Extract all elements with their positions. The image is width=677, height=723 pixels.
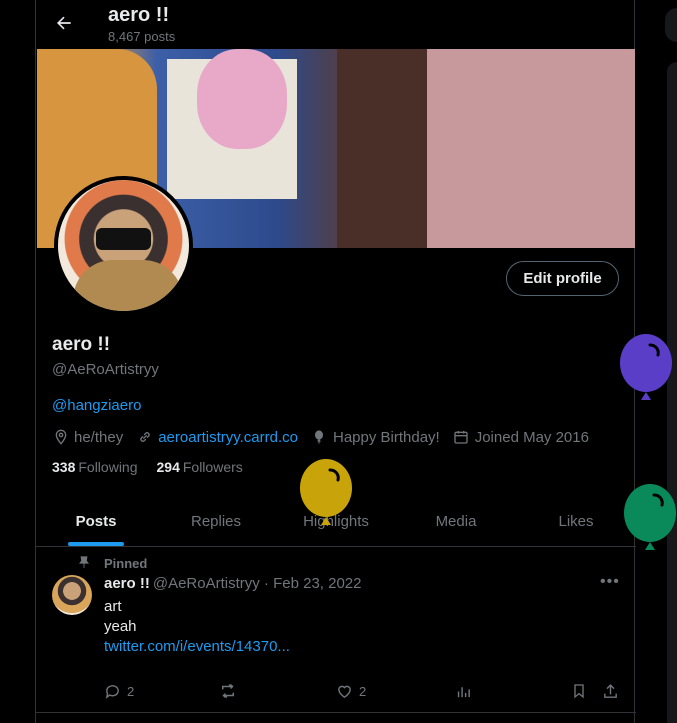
joined-text: Joined May 2016 — [474, 428, 589, 446]
follow-stats: 338 Following 294 Followers — [52, 459, 243, 475]
birthday-item: Happy Birthday! — [311, 429, 440, 446]
bookmark-icon — [574, 684, 584, 699]
post-count: 8,467 posts — [108, 29, 176, 44]
profile-header: aero !! 8,467 posts — [36, 0, 636, 50]
profile-column: aero !! 8,467 posts Edit profile aero !!… — [35, 0, 636, 723]
website-item[interactable]: aeroartistryy.carrd.co — [136, 429, 298, 446]
repost-button[interactable] — [219, 681, 243, 701]
balloon-green-icon — [622, 483, 677, 560]
pronouns-text: he/they — [74, 428, 124, 446]
tweet-handle-date[interactable]: @AeRoArtistryy · Feb 23, 2022 — [153, 575, 362, 592]
header-title: aero !! — [108, 4, 170, 26]
pronouns-item: he/they — [52, 429, 123, 446]
tweet-actions: 2 2 — [104, 681, 624, 701]
heart-icon — [338, 685, 351, 698]
tweet-author-name[interactable]: aero !! — [104, 575, 150, 592]
views-button[interactable] — [455, 681, 478, 701]
share-button[interactable] — [602, 681, 625, 701]
balloon-icon — [311, 429, 328, 446]
website-link[interactable]: aeroartistryy.carrd.co — [158, 429, 298, 446]
followers-link[interactable]: 294 Followers — [157, 459, 243, 475]
reply-button[interactable]: 2 — [104, 681, 134, 701]
repost-icon — [222, 684, 234, 698]
balloon-gold-icon — [298, 458, 354, 535]
pinned-label: Pinned — [77, 555, 147, 571]
joined-item: Joined May 2016 — [453, 429, 589, 446]
back-button[interactable] — [50, 9, 78, 37]
tweet-header: aero !! @AeRoArtistryy · Feb 23, 2022 — [104, 575, 362, 592]
pinned-tweet[interactable]: Pinned aero !! @AeRoArtistryy · Feb 23, 2… — [36, 547, 636, 713]
tab-media[interactable]: Media — [396, 497, 516, 546]
tab-likes[interactable]: Likes — [516, 497, 636, 546]
active-tab-indicator — [68, 542, 124, 546]
edit-profile-button[interactable]: Edit profile — [506, 261, 619, 296]
link-icon — [136, 429, 153, 446]
tab-posts[interactable]: Posts — [36, 497, 156, 546]
tab-replies[interactable]: Replies — [156, 497, 276, 546]
tweet-text-line: art — [104, 598, 122, 615]
profile-meta: he/they aeroartistryy.carrd.co Happy Bir… — [52, 427, 602, 447]
pin-icon — [77, 555, 93, 571]
bio-mention-link[interactable]: @hangziaero — [52, 397, 141, 414]
calendar-icon — [453, 429, 470, 446]
like-button[interactable]: 2 — [336, 681, 366, 701]
location-pin-icon — [52, 429, 69, 446]
right-sidebar-search-edge[interactable] — [665, 8, 677, 42]
following-link[interactable]: 338 Following — [52, 459, 138, 475]
balloon-purple-icon — [618, 333, 674, 410]
tweet-link[interactable]: twitter.com/i/events/14370... — [104, 638, 290, 655]
more-icon[interactable]: ••• — [600, 573, 620, 591]
share-icon — [604, 683, 617, 698]
reply-icon — [105, 684, 119, 699]
arrow-left-icon — [57, 16, 71, 30]
tweet-avatar[interactable] — [52, 575, 92, 615]
bar-chart-icon — [457, 686, 470, 697]
tweet-text-line: yeah — [104, 618, 137, 635]
display-name: aero !! — [52, 334, 111, 355]
bookmark-button[interactable] — [571, 681, 593, 701]
birthday-text: Happy Birthday! — [332, 428, 440, 446]
user-handle: @AeRoArtistryy — [52, 361, 159, 378]
profile-avatar[interactable] — [54, 176, 193, 315]
